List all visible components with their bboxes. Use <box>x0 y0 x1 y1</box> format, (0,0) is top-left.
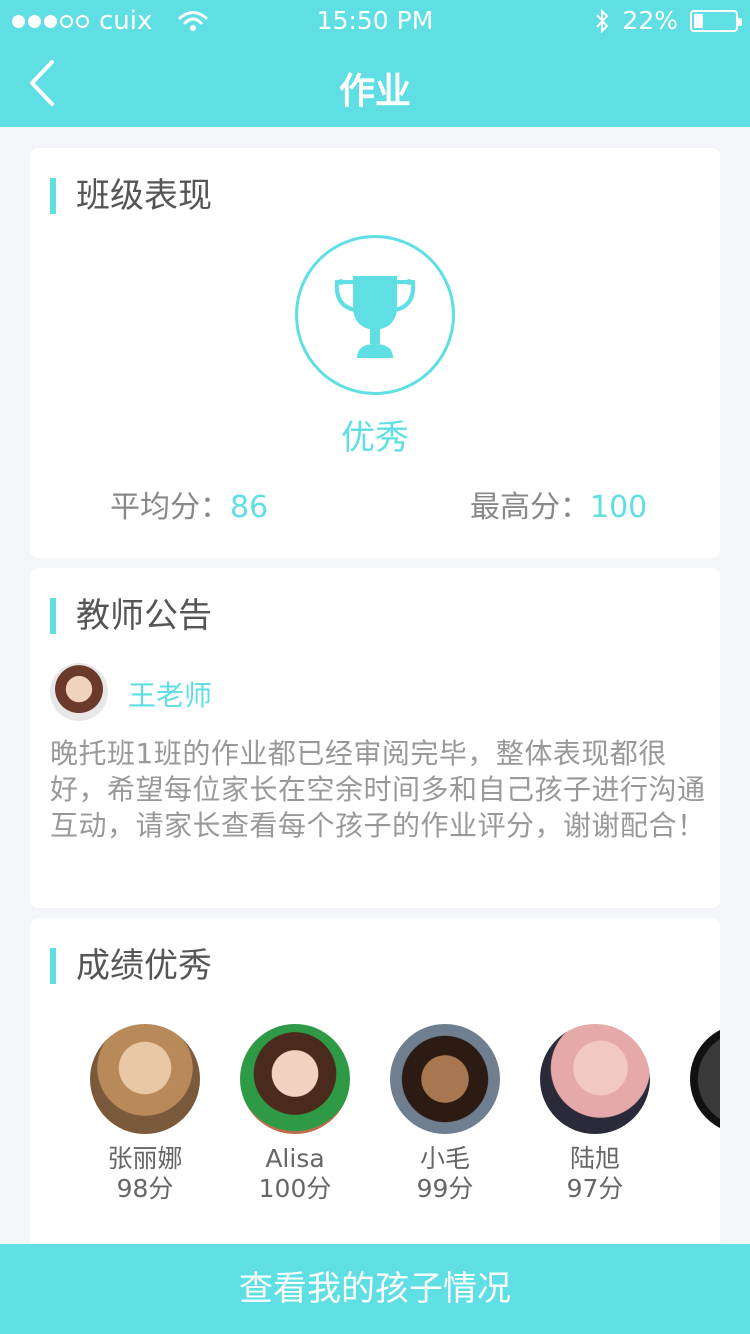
student-name: 小毛 <box>419 1144 470 1173</box>
student-name: Alisa <box>265 1144 325 1173</box>
view-my-child-button[interactable]: 查看我的孩子情况 <box>0 1244 750 1334</box>
performance-rating: 优秀 <box>341 418 409 458</box>
top-students-card: 成绩优秀 张丽娜 98分 Alisa 100分 小毛 99分 陆旭 97分 刘讠… <box>30 918 720 1258</box>
student-name: 陆旭 <box>569 1144 620 1173</box>
status-bar: cuix 15:50 PM 22% <box>0 0 750 40</box>
student-avatar[interactable] <box>90 1024 200 1134</box>
trophy-badge <box>295 235 455 395</box>
section-title-top-students: 成绩优秀 <box>50 948 212 984</box>
section-title-class-performance: 班级表现 <box>50 178 212 214</box>
student-score: 99分 <box>416 1174 474 1203</box>
teacher-notice-card: 教师公告 王老师 晚托班1班的作业都已经审阅完毕，整体表现都很好，希望每位家长在… <box>30 568 720 908</box>
bluetooth-icon <box>596 8 609 33</box>
class-performance-card: 班级表现 优秀 平均分：86 最高分：100 <box>30 148 720 558</box>
student-score: 100分 <box>258 1174 332 1203</box>
student-item[interactable]: Alisa 100分 <box>220 1024 370 1204</box>
max-score-value: 100 <box>590 490 648 525</box>
student-avatar[interactable] <box>690 1024 720 1134</box>
nav-bar: 作业 <box>0 40 750 127</box>
student-item[interactable]: 小毛 99分 <box>370 1024 520 1204</box>
student-item[interactable]: 陆旭 97分 <box>520 1024 670 1204</box>
notice-content: 晚托班1班的作业都已经审阅完毕，整体表现都很好，希望每位家长在空余时间多和自己孩… <box>50 737 706 842</box>
students-list[interactable]: 张丽娜 98分 Alisa 100分 小毛 99分 陆旭 97分 刘讠 10 <box>70 1024 720 1224</box>
battery-icon <box>690 9 742 32</box>
student-name: 张丽娜 <box>107 1144 183 1173</box>
average-score: 平均分：86 <box>110 482 268 526</box>
student-item[interactable]: 张丽娜 98分 <box>70 1024 220 1204</box>
student-avatar[interactable] <box>540 1024 650 1134</box>
student-avatar[interactable] <box>390 1024 500 1134</box>
max-score-label: 最高分： <box>470 490 590 525</box>
average-score-label: 平均分： <box>110 490 230 525</box>
battery-nub <box>738 17 742 26</box>
student-score: 10 <box>670 1174 720 1204</box>
student-score: 98分 <box>116 1174 174 1203</box>
student-score: 97分 <box>566 1174 624 1203</box>
teacher-name[interactable]: 王老师 <box>128 674 212 714</box>
page-title: 作业 <box>338 71 411 112</box>
battery-percent: 22% <box>622 6 678 35</box>
status-right: 22% <box>594 6 742 35</box>
student-item[interactable]: 刘讠 10 <box>670 1024 720 1204</box>
max-score: 最高分：100 <box>470 482 647 526</box>
battery-fill <box>694 13 703 28</box>
average-score-value: 86 <box>230 490 269 525</box>
trophy-icon <box>334 276 416 358</box>
teacher-avatar[interactable] <box>50 663 108 721</box>
section-title-teacher-notice: 教师公告 <box>50 598 212 634</box>
student-avatar[interactable] <box>240 1024 350 1134</box>
student-name: 刘讠 <box>670 1144 721 1174</box>
header: cuix 15:50 PM 22% 作业 <box>0 0 750 127</box>
